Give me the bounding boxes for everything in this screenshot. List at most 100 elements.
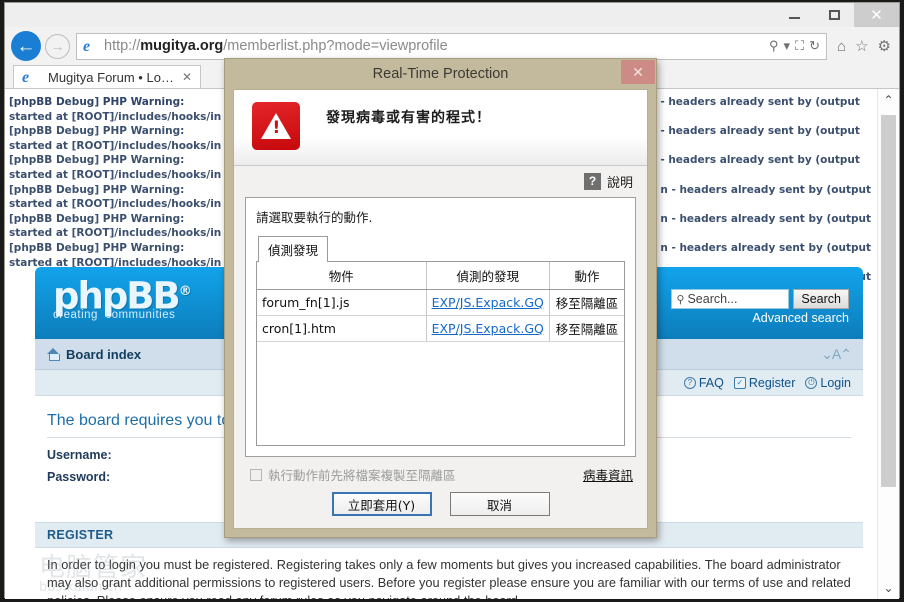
dialog-footer-options: 執行動作前先將檔案複製至隔離區 病毒資訊 [234,457,647,488]
debug-line-right [660,197,871,212]
registered-mark: ® [178,284,192,299]
cell-object: cron[1].htm [257,315,427,342]
register-body-text: In order to login you must be registered… [35,548,863,599]
debug-text: [phpBB Debug] PHP Warning: [9,96,185,108]
checkbox[interactable] [250,468,262,481]
debug-line-right: n - headers already sent by (output [660,241,871,256]
maximize-button[interactable] [814,3,854,27]
warning-triangle-icon [252,102,300,150]
search-area: ⚲ Search... Search Advanced search [671,289,849,327]
realtime-protection-dialog: Real-Time Protection ✕ 發現病毒或有害的程式！ ? 說明 … [224,58,657,538]
cell-object: forum_fn[1].js [257,289,427,316]
refresh-icon[interactable]: ↻ [809,38,820,54]
table-header-row: 物件 偵測的發現 動作 [257,262,624,290]
scroll-down-icon[interactable]: ⌄ [878,577,899,599]
search-button[interactable]: Search [793,289,849,309]
column-header-object[interactable]: 物件 [257,262,427,290]
back-icon[interactable]: ← [11,31,41,61]
logo-tagline-left: creating [53,309,98,322]
question-icon: ? [683,376,696,389]
tab-detection-results[interactable]: 偵測發現 [258,236,329,262]
link-login-label: Login [820,375,851,390]
close-button[interactable]: ✕ [854,3,899,27]
dialog-close-button[interactable]: ✕ [621,60,655,84]
debug-text: started at [ROOT]/includes/hooks/in [9,139,222,152]
cancel-button[interactable]: 取消 [449,492,550,516]
tab-mugitya-forum[interactable]: e Mugitya Forum • Lo… ✕ [13,65,201,88]
address-bar[interactable]: e http://mugitya.org/memberlist.php?mode… [76,32,828,60]
link-faq-label: FAQ [698,375,724,390]
debug-text: started at [ROOT]/includes/hooks/in [9,168,222,181]
search-placeholder: Search... [687,292,738,306]
debug-line-right [660,110,871,125]
scrollbar-thumb[interactable] [881,115,896,487]
home-icon[interactable]: ⌂ [837,38,846,55]
compatibility-view-icon[interactable]: ⛶ [795,38,804,54]
advanced-search-link[interactable]: Advanced search [752,311,849,325]
link-register-label: Register [748,375,796,390]
detection-link[interactable]: EXP/JS.Expack.GQ [432,321,544,336]
link-login[interactable]: ⏻ Login [805,376,851,390]
instruction-text: 請選取要執行的動作. [256,210,373,225]
search-icon[interactable]: ⚲ [769,38,779,54]
breadcrumb-label: Board index [66,346,142,362]
dialog-titlebar: Real-Time Protection ✕ [225,59,656,89]
cell-action: 移至隔離區 [549,315,624,342]
logo-tagline-right: communities [105,309,176,322]
forward-icon[interactable]: → [45,33,70,59]
help-label[interactable]: 說明 [607,172,633,191]
dialog-banner: 發現病毒或有害的程式！ [234,90,647,166]
debug-text: n - headers already sent by (output [660,183,871,196]
cell-action: 移至隔離區 [549,289,624,316]
detection-table: 物件 偵測的發現 動作 forum_fn[1].js EXP/JS.Expack… [257,262,624,342]
vertical-scrollbar[interactable]: ⌃ ⌄ [877,89,899,599]
cell-detection: EXP/JS.Expack.GQ [426,289,550,316]
column-header-detection[interactable]: 偵測的發現 [426,262,550,290]
debug-line-right: - headers already sent by (output [660,153,871,168]
help-icon[interactable]: ? [583,172,601,190]
debug-text: started at [ROOT]/includes/hooks/in [9,110,222,123]
debug-line-right: n - headers already sent by (output [660,183,871,198]
detection-panel: 請選取要執行的動作. 偵測發現 物件 偵測的發現 動作 forum_fn[1].… [245,197,636,457]
cell-detection: EXP/JS.Expack.GQ [426,315,550,342]
detection-tab-holder: 偵測發現 物件 偵測的發現 動作 forum_fn[1].js EXP/JS.E… [256,236,625,446]
table-row[interactable]: cron[1].htm EXP/JS.Expack.GQ 移至隔離區 [257,315,624,342]
debug-text: n - headers already sent by (output [660,212,871,225]
debug-text: [phpBB Debug] PHP Warning: [9,154,185,167]
copy-to-quarantine-option[interactable]: 執行動作前先將檔案複製至隔離區 [250,465,456,484]
scroll-up-icon[interactable]: ⌃ [878,89,899,111]
gear-icon[interactable]: ⚙ [878,37,891,55]
debug-text: started at [ROOT]/includes/hooks/in [9,227,222,240]
debug-text: [phpBB Debug] PHP Warning: [9,241,185,254]
phpbb-logo[interactable]: phpBB® creating communities [53,273,192,322]
dialog-button-bar: 立即套用(Y) 取消 [234,488,647,528]
password-label: Password: [47,470,111,484]
chevron-down-icon[interactable]: ▾ [783,38,790,54]
help-row: ? 說明 [234,165,647,197]
favorites-star-icon[interactable]: ☆ [855,37,868,55]
debug-text: [phpBB Debug] PHP Warning: [9,125,185,138]
table-row[interactable]: forum_fn[1].js EXP/JS.Expack.GQ 移至隔離區 [257,289,624,316]
debug-line-right [660,226,871,241]
column-header-action[interactable]: 動作 [549,262,624,290]
breadcrumb-board-index[interactable]: Board index [47,347,141,362]
virus-info-link[interactable]: 病毒資訊 [583,465,633,484]
search-input[interactable]: ⚲ Search... [671,289,790,309]
debug-line-right [660,139,871,154]
link-register[interactable]: ✓ Register [733,375,796,390]
dialog-title: Real-Time Protection [372,66,509,82]
debug-text: - headers already sent by (output [660,125,860,138]
tab-close-icon[interactable]: ✕ [179,70,195,84]
link-faq[interactable]: ? FAQ [683,375,724,390]
detection-link[interactable]: EXP/JS.Expack.GQ [432,295,544,310]
debug-line-right: - headers already sent by (output [660,124,871,139]
debug-line-right: - headers already sent by (output [660,95,871,110]
minimize-button[interactable] [774,3,814,27]
screen: ✕ ← → e http://mugitya.org/memberlist.ph… [0,0,904,602]
apply-now-button[interactable]: 立即套用(Y) [331,492,432,516]
font-size-control[interactable]: ⌄A⌃ [821,346,852,363]
debug-text: n - headers already sent by (output [660,241,871,254]
ie-logo-icon: e [83,37,91,55]
register-icon: ✓ [733,376,746,389]
url-scheme: http:// [104,38,141,54]
